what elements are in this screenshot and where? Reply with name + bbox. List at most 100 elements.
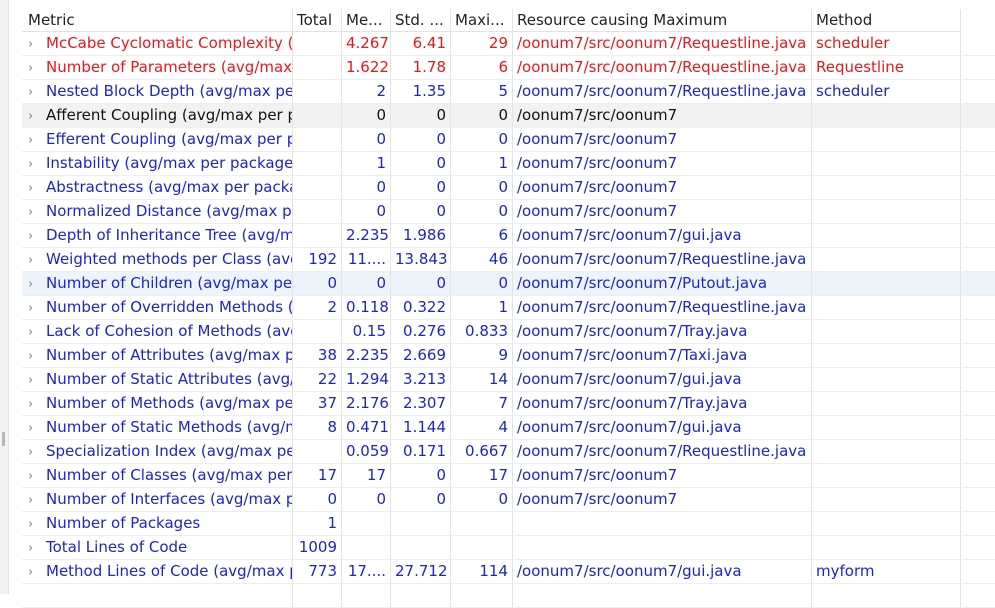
table-row[interactable]: › Number of Attributes (avg/max pe 38 2.235… xyxy=(22,344,995,368)
expand-chevron-icon[interactable]: › xyxy=(28,130,46,151)
table-row[interactable]: › Abstractness (avg/max per packag 0 0 0/oon… xyxy=(22,176,995,200)
metric-cell: › Number of Packages xyxy=(22,512,293,535)
expand-chevron-icon[interactable]: › xyxy=(28,418,46,439)
table-row[interactable]: › Lack of Cohesion of Methods (avg 0.15 0.2… xyxy=(22,320,995,344)
expand-chevron-icon[interactable]: › xyxy=(28,298,46,319)
method-cell xyxy=(812,416,961,439)
expand-chevron-icon[interactable]: › xyxy=(28,538,46,559)
expand-chevron-icon[interactable]: › xyxy=(28,346,46,367)
table-body: › McCabe Cyclomatic Complexity (a 4.267 6.4… xyxy=(22,32,995,584)
std-dev-cell: 2.669 xyxy=(391,344,451,367)
method-cell xyxy=(812,512,961,535)
resource-cell: /oonum7/src/oonum7/Tray.java xyxy=(513,320,812,343)
resource-cell xyxy=(513,512,812,535)
table-row[interactable]: › Nested Block Depth (avg/max per 2 1.35 5/o… xyxy=(22,80,995,104)
expand-chevron-icon[interactable]: › xyxy=(28,154,46,175)
expand-chevron-icon[interactable]: › xyxy=(28,58,46,79)
expand-chevron-icon[interactable]: › xyxy=(28,394,46,415)
table-row[interactable]: › Total Lines of Code 1009 xyxy=(22,536,995,560)
metric-label: Method Lines of Code (avg/max p xyxy=(46,562,293,580)
total-cell xyxy=(293,56,342,79)
std-dev-cell: 0 xyxy=(391,152,451,175)
header-mean[interactable]: Me... xyxy=(342,9,391,32)
method-cell: scheduler xyxy=(812,32,961,55)
metric-label: McCabe Cyclomatic Complexity (a xyxy=(46,34,293,52)
metric-label: Number of Interfaces (avg/max pe xyxy=(46,490,293,508)
expand-chevron-icon[interactable]: › xyxy=(28,370,46,391)
max-cell: 7 xyxy=(451,392,513,415)
table-row[interactable]: › Number of Static Methods (avg/m 8 0.471 1.… xyxy=(22,416,995,440)
resource-cell: /oonum7/src/oonum7/gui.java xyxy=(513,416,812,439)
header-total[interactable]: Total xyxy=(293,9,342,32)
table-row[interactable]: › Number of Methods (avg/max per 37 2.176 2.… xyxy=(22,392,995,416)
std-dev-cell: 0 xyxy=(391,176,451,199)
total-cell xyxy=(293,200,342,223)
expand-chevron-icon[interactable]: › xyxy=(28,250,46,271)
metric-label: Afferent Coupling (avg/max per p xyxy=(46,106,293,124)
table-row[interactable]: › Number of Classes (avg/max per p 17 17 0 17… xyxy=(22,464,995,488)
metric-label: Depth of Inheritance Tree (avg/ma xyxy=(46,226,293,244)
header-method[interactable]: Method xyxy=(812,9,961,32)
metric-cell: › Number of Children (avg/max per xyxy=(22,272,293,295)
table-row[interactable]: › Depth of Inheritance Tree (avg/ma 2.235 1… xyxy=(22,224,995,248)
mean-cell xyxy=(342,536,391,559)
table-row[interactable]: › McCabe Cyclomatic Complexity (a 4.267 6.4… xyxy=(22,32,995,56)
table-row[interactable]: › Number of Parameters (avg/max p 1.622 1.7… xyxy=(22,56,995,80)
metric-label: Total Lines of Code xyxy=(46,538,188,556)
method-cell xyxy=(812,272,961,295)
total-cell xyxy=(293,32,342,55)
table-row[interactable]: › Normalized Distance (avg/max pe 0 0 0/oonu… xyxy=(22,200,995,224)
table-row[interactable]: › Number of Static Attributes (avg/22 1.29… xyxy=(22,368,995,392)
expand-chevron-icon[interactable]: › xyxy=(28,562,46,583)
table-row[interactable]: › Instability (avg/max per packageFi 1 0 1/o… xyxy=(22,152,995,176)
method-cell xyxy=(812,104,961,127)
table-row[interactable]: › Number of Overridden Methods (2 0.118 0.3… xyxy=(22,296,995,320)
method-cell xyxy=(812,248,961,271)
table-row[interactable]: › Method Lines of Code (avg/max p 773 17...… xyxy=(22,560,995,584)
mean-cell: 0 xyxy=(342,272,391,295)
expand-chevron-icon[interactable]: › xyxy=(28,274,46,295)
std-dev-cell: 27.712 xyxy=(391,560,451,583)
table-row[interactable]: › Efferent Coupling (avg/max per pa 0 0 0/oo… xyxy=(22,128,995,152)
method-cell xyxy=(812,392,961,415)
table-row[interactable]: › Number of Interfaces (avg/max pe 0 0 0 0/oo… xyxy=(22,488,995,512)
metric-cell: › Afferent Coupling (avg/max per p xyxy=(22,104,293,127)
resource-cell: /oonum7/src/oonum7/Requestline.java xyxy=(513,440,812,463)
resource-cell: /oonum7/src/oonum7/Requestline.java xyxy=(513,32,812,55)
std-dev-cell: 1.78 xyxy=(391,56,451,79)
expand-chevron-icon[interactable]: › xyxy=(28,226,46,247)
header-std-dev[interactable]: Std. ... xyxy=(391,9,451,32)
max-cell: 0 xyxy=(451,176,513,199)
table-row[interactable]: › Weighted methods per Class (avg 192 11...… xyxy=(22,248,995,272)
expand-chevron-icon[interactable]: › xyxy=(28,82,46,103)
expand-chevron-icon[interactable]: › xyxy=(28,202,46,223)
std-dev-cell: 0.276 xyxy=(391,320,451,343)
method-cell xyxy=(812,128,961,151)
metrics-table: Metric Total Me... Std. ... Maxi... Reso… xyxy=(22,9,995,608)
metric-cell: › Method Lines of Code (avg/max p xyxy=(22,560,293,583)
mean-cell: 0.15 xyxy=(342,320,391,343)
metric-cell: › Number of Attributes (avg/max pe xyxy=(22,344,293,367)
expand-chevron-icon[interactable]: › xyxy=(28,178,46,199)
header-metric[interactable]: Metric xyxy=(22,9,293,32)
table-row[interactable]: › Specialization Index (avg/max per 0.059 0… xyxy=(22,440,995,464)
expand-chevron-icon[interactable]: › xyxy=(28,106,46,127)
header-maximum[interactable]: Maxi... xyxy=(451,9,513,32)
expand-chevron-icon[interactable]: › xyxy=(28,514,46,535)
expand-chevron-icon[interactable]: › xyxy=(28,466,46,487)
table-row[interactable]: › Number of Packages 1 xyxy=(22,512,995,536)
expand-chevron-icon[interactable]: › xyxy=(28,322,46,343)
expand-chevron-icon[interactable]: › xyxy=(28,490,46,511)
method-cell xyxy=(812,536,961,559)
expand-chevron-icon[interactable]: › xyxy=(28,442,46,463)
mean-cell: 1.294 xyxy=(342,368,391,391)
metric-cell: › Nested Block Depth (avg/max per xyxy=(22,80,293,103)
expand-chevron-icon[interactable]: › xyxy=(28,34,46,55)
metric-cell: › Number of Methods (avg/max per xyxy=(22,392,293,415)
total-cell: 1009 xyxy=(293,536,342,559)
table-row[interactable]: › Number of Children (avg/max per 0 0 0 0/oon… xyxy=(22,272,995,296)
method-cell: Requestline xyxy=(812,56,961,79)
header-resource[interactable]: Resource causing Maximum xyxy=(513,9,812,32)
table-row[interactable]: › Afferent Coupling (avg/max per p 0 0 0/oon… xyxy=(22,104,995,128)
resource-cell: /oonum7/src/oonum7/gui.java xyxy=(513,368,812,391)
